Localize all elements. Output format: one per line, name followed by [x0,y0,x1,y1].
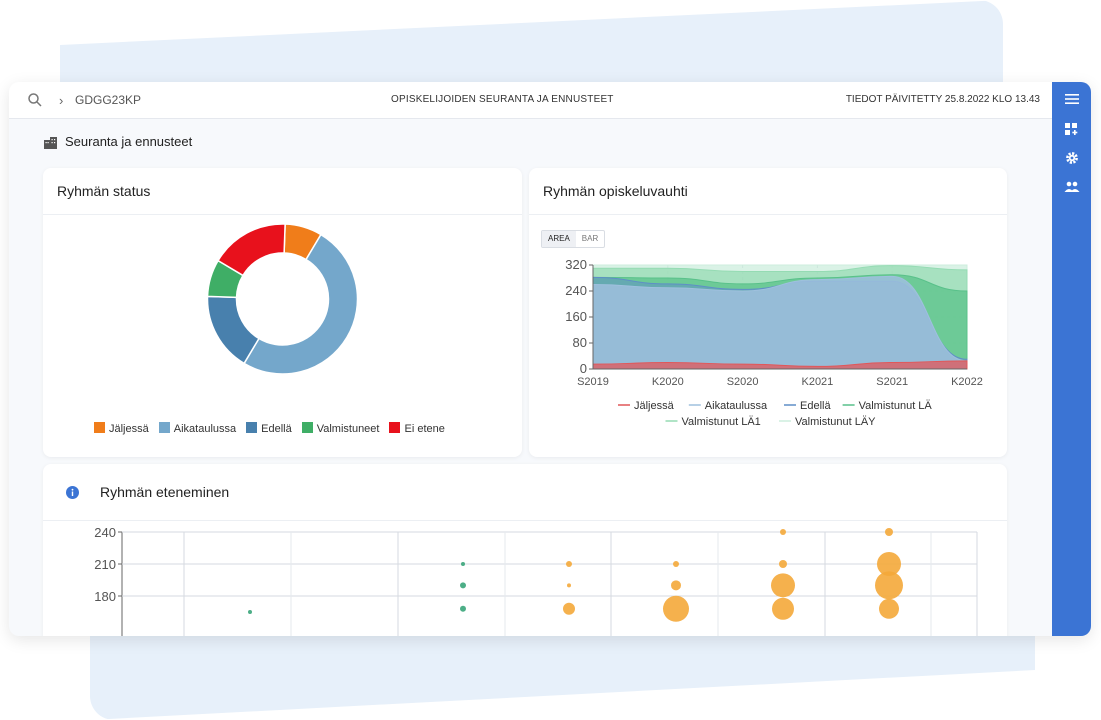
legend-label: Valmistunut LÄ [859,400,933,412]
legend-item[interactable]: Aikataulussa [688,400,768,412]
legend-label: Jäljessä [634,400,675,412]
pace-card-header: Ryhmän opiskeluvauhti [529,168,1007,215]
legend-swatch [158,422,170,433]
legend-swatch [301,422,313,433]
legend-item[interactable]: Valmistunut LÄ [842,400,933,412]
legend-swatch [246,422,258,433]
scatter-point[interactable] [460,605,466,612]
scatter-point[interactable] [779,560,787,568]
legend-item[interactable]: Jäljessä [94,422,149,435]
x-tick-label: K2020 [652,376,684,388]
scatter-point[interactable] [875,571,903,600]
status-card-title: Ryhmän status [57,183,151,199]
gear-icon[interactable] [1064,151,1080,165]
legend-label: Valmistunut LÄ1 [682,416,761,428]
top-bar: › GDGG23KP OPISKELIJOIDEN SEURANTA JA EN… [9,82,1052,119]
chart-type-toggle: AREA BAR [541,230,606,248]
legend-item[interactable]: Valmistunut LÄ1 [665,416,761,428]
dashboard-add-icon[interactable] [1064,122,1080,136]
x-tick-label: S2021 [876,376,908,388]
legend-label: Valmistuneet [316,423,380,435]
y-tick-label: 240 [565,283,587,298]
scatter-point[interactable] [771,573,795,598]
legend-label: Ei etene [404,423,445,435]
status-legend: Jäljessä Aikataulussa Edellä Valmistuneet Ei… [94,422,455,435]
legend-item[interactable]: Edellä [784,400,831,412]
menu-icon[interactable] [1064,92,1080,106]
progress-card: Ryhmän eteneminen 240 210 180 [43,464,1007,636]
scatter-point[interactable] [248,610,252,614]
search-icon[interactable] [27,92,43,108]
app-window: › GDGG23KP OPISKELIJOIDEN SEURANTA JA EN… [9,82,1091,636]
breadcrumb[interactable]: GDGG23KP [75,93,141,107]
y-tick-label: 240 [94,525,116,540]
area-toggle-button[interactable]: AREA [542,231,576,247]
building-icon [44,137,57,149]
legend-item[interactable]: Aikataulussa [158,422,237,435]
scatter-point[interactable] [879,598,899,619]
group-icon[interactable] [1064,180,1080,194]
legend-swatch [94,422,105,433]
y-tick-label: 80 [573,335,587,350]
legend-item[interactable]: Ei etene [389,422,445,435]
section-title: Seuranta ja ennusteet [65,134,193,149]
area-series-aikataulussa[interactable] [592,275,968,370]
page-heading: OPISKELIJOIDEN SEURANTA JA ENNUSTEET [391,94,614,105]
legend-item[interactable]: Valmistuneet [301,422,380,435]
updated-timestamp: TIEDOT PÄIVITETTY 25.8.2022 KLO 13.43 [845,94,1040,105]
status-card-header: Ryhmän status [43,168,522,215]
x-tick-label: K2021 [801,376,833,388]
legend-label: Valmistunut LÄY [795,416,876,428]
legend-label: Aikataulussa [705,400,768,412]
legend-item[interactable]: Jäljessä [618,400,675,412]
y-tick-label: 160 [565,309,587,324]
y-tick-label: 180 [94,589,116,604]
scatter-point[interactable] [563,602,575,615]
scatter-point[interactable] [772,597,794,620]
scatter-point[interactable] [885,528,893,536]
x-tick-label: S2020 [727,376,759,388]
legend-label: Edellä [800,400,831,412]
legend-label: Edellä [261,423,292,435]
pace-card-title: Ryhmän opiskeluvauhti [543,183,688,199]
scatter-point[interactable] [671,580,681,591]
legend-label: Jäljessä [109,423,149,435]
scatter-point[interactable] [566,561,572,567]
right-sidebar [1052,82,1091,636]
y-tick-label: 0 [580,361,587,376]
x-tick-label: S2019 [577,376,609,388]
scatter-point[interactable] [461,562,465,566]
status-donut-chart [206,223,359,375]
scatter-point[interactable] [663,595,689,622]
legend-item[interactable]: Valmistunut LÄY [779,416,876,428]
pace-card: Ryhmän opiskeluvauhti AREA BAR 0 80 160 240… [529,168,1007,457]
status-card: Ryhmän status Jäljessä Aikataulussa Edellä… [43,168,522,457]
progress-scatter-chart: 240 210 180 [94,525,978,636]
legend-swatch [389,422,401,433]
pace-area-chart: 0 80 160 240 320 S2019 K2020 S2020 K2021 S2021 K20… [565,257,983,428]
scatter-point[interactable] [780,529,786,535]
scatter-point[interactable] [460,582,466,589]
legend-item[interactable]: Edellä [246,422,292,435]
y-tick-label: 210 [94,557,116,572]
progress-card-header: Ryhmän eteneminen [43,464,1007,521]
progress-card-title: Ryhmän eteneminen [100,484,230,500]
legend-label: Aikataulussa [173,423,237,435]
bar-toggle-button[interactable]: BAR [576,231,604,247]
scatter-point[interactable] [567,583,571,588]
scatter-point[interactable] [673,561,679,567]
info-icon[interactable] [66,486,79,499]
x-tick-label: K2022 [951,376,983,388]
chevron-right-icon: › [59,93,64,108]
y-tick-label: 320 [565,257,587,272]
